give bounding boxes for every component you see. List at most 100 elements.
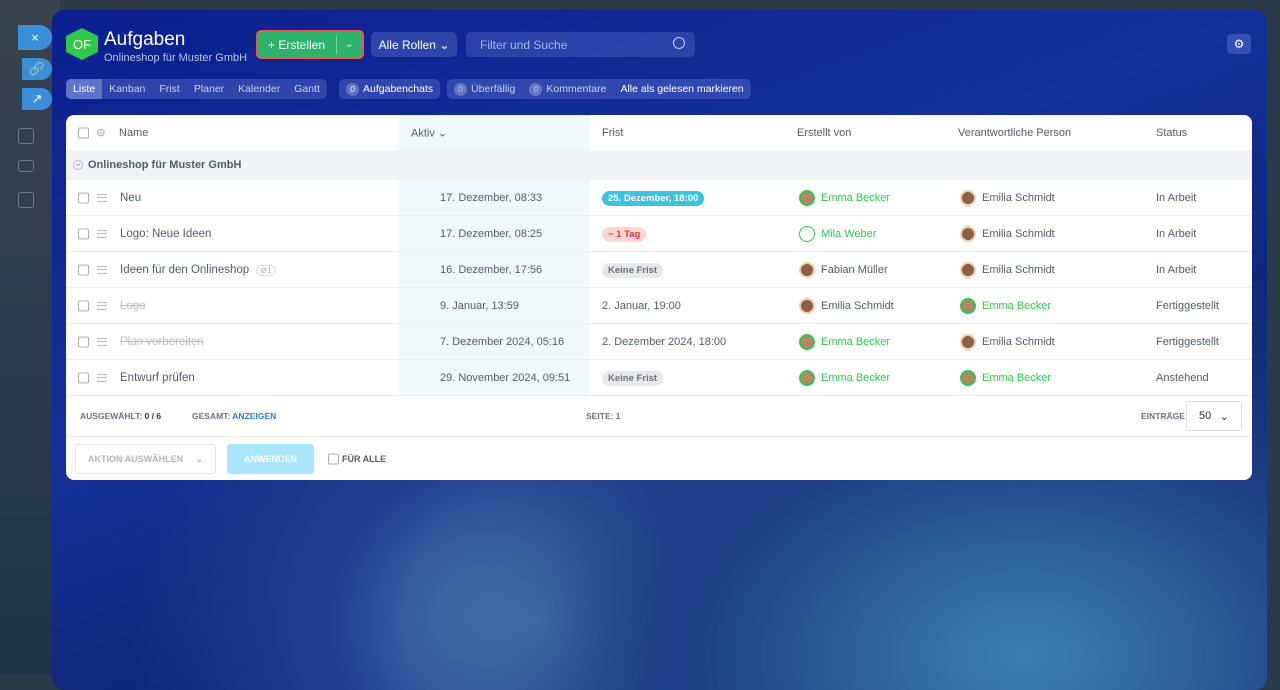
drag-handle-icon[interactable] xyxy=(97,194,107,202)
task-name-link[interactable]: Entwurf prüfen xyxy=(120,372,195,384)
person-name[interactable]: Emma Becker xyxy=(821,335,890,347)
drag-handle-icon[interactable] xyxy=(97,302,107,310)
task-name-link[interactable]: Ideen für den Onlineshop xyxy=(120,264,249,276)
avatar xyxy=(799,370,815,386)
count-badge: 0 xyxy=(454,83,467,96)
person-name[interactable]: Mila Weber xyxy=(821,227,876,239)
drag-handle-icon[interactable] xyxy=(97,338,107,346)
column-name[interactable]: Name xyxy=(119,127,148,139)
frist-cell: Keine Frist xyxy=(602,264,663,276)
table-row[interactable]: Logo: Neue Ideen 17. Dezember, 08:25 − 1… xyxy=(66,216,1252,252)
chevron-down-icon[interactable]: ⌄ xyxy=(336,36,362,54)
tab-gantt[interactable]: Gantt xyxy=(287,79,327,99)
person-name[interactable]: Emilia Schmidt xyxy=(821,299,894,311)
open-new-window-icon[interactable]: ↗ xyxy=(22,88,52,110)
person-name[interactable]: Emma Becker xyxy=(982,299,1051,311)
mark-all-read-button[interactable]: Alle als gelesen markieren xyxy=(613,79,750,99)
selected-count: AUSGEWÄHLT: 0 / 6 xyxy=(80,411,161,421)
action-select-label: AKTION AUSWÄHLEN xyxy=(88,454,183,464)
column-status[interactable]: Status xyxy=(1156,127,1187,139)
table-row[interactable]: Ideen für den Onlineshop ⊘1 16. Dezember… xyxy=(66,252,1252,288)
search-input[interactable]: Filter und Suche xyxy=(466,32,695,57)
row-checkbox[interactable] xyxy=(78,228,89,239)
row-checkbox[interactable] xyxy=(78,372,89,383)
drag-handle-icon[interactable] xyxy=(97,266,107,274)
chats-counter[interactable]: 0Aufgabenchats xyxy=(339,79,440,99)
column-responsible[interactable]: Verantwortliche Person xyxy=(958,127,1071,139)
responsible-cell: Emilia Schmidt xyxy=(960,190,1055,206)
responsible-cell: Emma Becker xyxy=(960,298,1051,314)
task-name-link[interactable]: Plan vorbereiten xyxy=(120,336,204,348)
roles-dropdown[interactable]: Alle Rollen ⌄ xyxy=(371,32,457,57)
for-all-checkbox[interactable] xyxy=(328,453,339,464)
deadline-badge[interactable]: Keine Frist xyxy=(602,371,663,386)
select-all-checkbox[interactable] xyxy=(78,127,89,138)
deadline-badge[interactable]: 25. Dezember, 18:00 xyxy=(602,191,704,206)
person-name[interactable]: Emma Becker xyxy=(821,371,890,383)
column-created[interactable]: Erstellt von xyxy=(797,127,851,139)
person-name[interactable]: Emilia Schmidt xyxy=(982,263,1055,275)
deadline-badge[interactable]: − 1 Tag xyxy=(602,227,646,242)
table-row[interactable]: Plan vorbereiten 7. Dezember 2024, 05:16… xyxy=(66,324,1252,360)
settings-gear-icon[interactable]: ⚙ xyxy=(1227,34,1251,54)
tab-kanban[interactable]: Kanban xyxy=(102,79,152,99)
task-name-cell: Neu xyxy=(120,192,141,204)
tab-frist[interactable]: Frist xyxy=(152,79,186,99)
avatar xyxy=(799,298,815,314)
table-row[interactable]: Neu 17. Dezember, 08:33 25. Dezember, 18… xyxy=(66,180,1252,216)
overdue-counter[interactable]: 0Überfällig xyxy=(447,79,522,99)
created-by-cell: Fabian Müller xyxy=(799,262,888,278)
column-aktiv[interactable]: Aktiv ⌄ xyxy=(411,126,447,139)
person-name[interactable]: Emma Becker xyxy=(982,371,1051,383)
action-bar: AKTION AUSWÄHLEN⌄ ANWENDEN FÜR ALLE xyxy=(66,437,1252,480)
table-row[interactable]: Logo 9. Januar, 13:59 2. Januar, 19:00 E… xyxy=(66,288,1252,324)
roles-label: Alle Rollen xyxy=(379,38,436,52)
aktiv-cell: 9. Januar, 13:59 xyxy=(440,300,519,312)
create-button[interactable]: + Erstellen⌄ xyxy=(256,30,364,59)
column-frist[interactable]: Frist xyxy=(602,127,623,139)
page-value: 1 xyxy=(616,411,621,421)
copy-link-icon[interactable]: 🔗 xyxy=(22,58,52,80)
search-icon[interactable] xyxy=(673,37,685,49)
table-row[interactable]: Entwurf prüfen 29. November 2024, 09:51 … xyxy=(66,360,1252,396)
column-settings-gear-icon[interactable]: ⚙ xyxy=(96,126,106,139)
aktiv-cell: 7. Dezember 2024, 05:16 xyxy=(440,336,564,348)
row-checkbox[interactable] xyxy=(78,192,89,203)
project-subtitle: Onlineshop für Muster GmbH xyxy=(104,52,247,64)
task-name-link[interactable]: Neu xyxy=(120,192,141,204)
action-select[interactable]: AKTION AUSWÄHLEN⌄ xyxy=(75,444,216,474)
person-name[interactable]: Emilia Schmidt xyxy=(982,227,1055,239)
comments-counter[interactable]: 0Kommentare xyxy=(522,79,613,99)
collapse-icon[interactable]: − xyxy=(73,160,83,170)
tab-liste[interactable]: Liste xyxy=(66,79,102,99)
drag-handle-icon[interactable] xyxy=(97,230,107,238)
person-name[interactable]: Emma Becker xyxy=(821,191,890,203)
row-checkbox[interactable] xyxy=(78,336,89,347)
deadline-text[interactable]: 2. Dezember 2024, 18:00 xyxy=(602,336,726,348)
tab-planer[interactable]: Planer xyxy=(187,79,231,99)
entries-select[interactable]: 50 ⌄ xyxy=(1186,401,1242,431)
person-name[interactable]: Emilia Schmidt xyxy=(982,191,1055,203)
task-name-link[interactable]: Logo: Neue Ideen xyxy=(120,228,211,240)
drive-icon[interactable] xyxy=(18,160,34,172)
row-checkbox[interactable] xyxy=(78,264,89,275)
person-name[interactable]: Emilia Schmidt xyxy=(982,335,1055,347)
count-badge: 0 xyxy=(529,83,542,96)
create-label: Erstellen xyxy=(278,38,325,52)
aktiv-cell: 17. Dezember, 08:33 xyxy=(440,192,542,204)
row-checkbox[interactable] xyxy=(78,300,89,311)
calendar-icon[interactable] xyxy=(18,192,34,208)
tab-kalender[interactable]: Kalender xyxy=(231,79,287,99)
show-total-link[interactable]: ANZEIGEN xyxy=(232,411,276,421)
close-slider-button[interactable]: × xyxy=(18,25,52,50)
person-name[interactable]: Fabian Müller xyxy=(821,263,888,275)
responsible-cell: Emilia Schmidt xyxy=(960,334,1055,350)
table-header: ⚙ Name Aktiv ⌄ Frist Erstellt von Verant… xyxy=(66,115,1252,150)
group-row[interactable]: − Onlineshop für Muster GmbH xyxy=(66,150,1252,180)
drag-handle-icon[interactable] xyxy=(97,374,107,382)
deadline-badge[interactable]: Keine Frist xyxy=(602,263,663,278)
apply-button[interactable]: ANWENDEN xyxy=(227,444,314,474)
task-name-link[interactable]: Logo xyxy=(120,300,146,312)
deadline-text[interactable]: 2. Januar, 19:00 xyxy=(602,300,681,312)
tasks-icon[interactable] xyxy=(18,128,34,144)
